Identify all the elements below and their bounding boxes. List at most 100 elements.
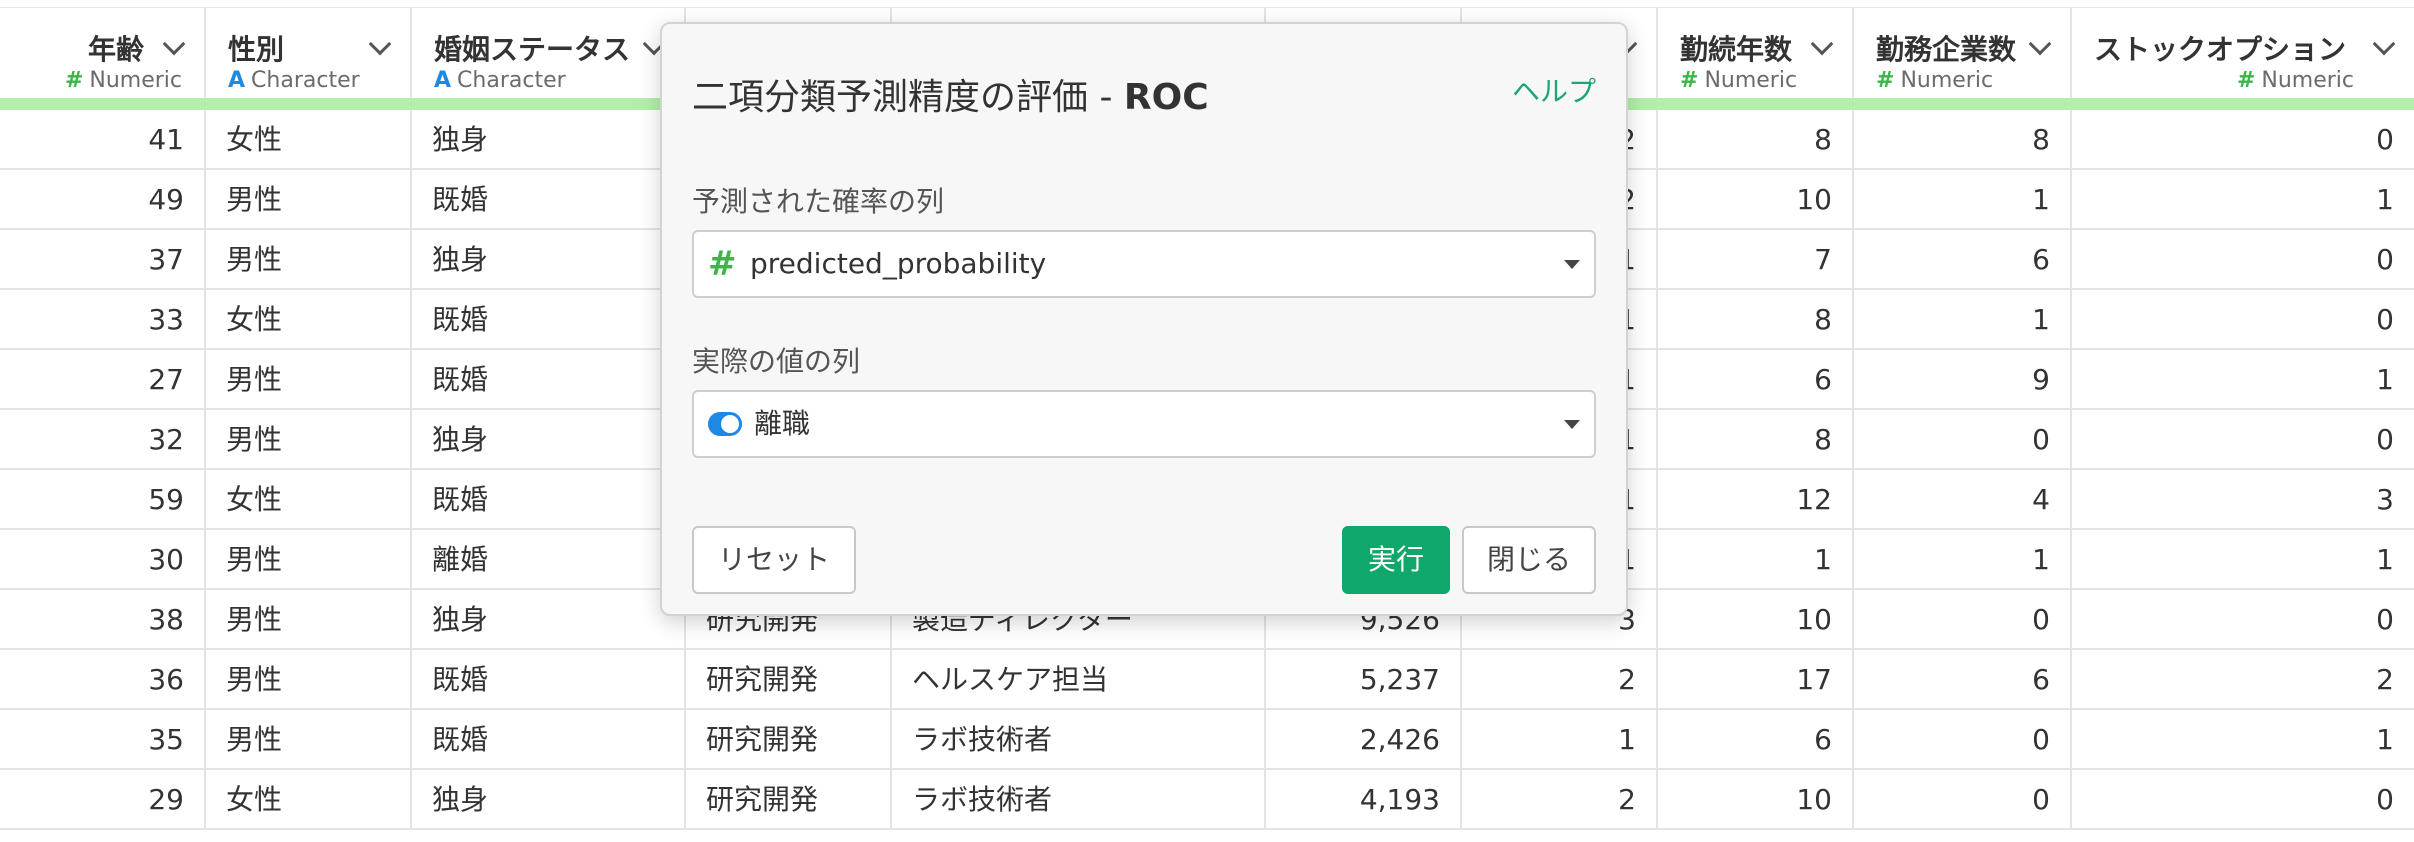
table-cell[interactable]: 2 bbox=[2072, 650, 2414, 710]
table-cell[interactable]: 独身 bbox=[412, 230, 686, 290]
table-cell[interactable]: 離婚 bbox=[412, 530, 686, 590]
column-header-companies-worked[interactable]: 勤務企業数 # Numeric bbox=[1854, 8, 2072, 102]
table-cell[interactable]: 1 bbox=[1854, 170, 2072, 230]
table-cell[interactable]: 32 bbox=[0, 410, 206, 470]
table-cell[interactable]: 12 bbox=[1658, 470, 1854, 530]
table-cell[interactable]: 0 bbox=[2072, 290, 2414, 350]
column-header-stock-option[interactable]: ストックオプション # Numeric bbox=[2072, 8, 2414, 102]
table-cell[interactable]: 0 bbox=[2072, 770, 2414, 830]
table-cell[interactable]: 0 bbox=[2072, 230, 2414, 290]
table-cell[interactable]: 1 bbox=[2072, 530, 2414, 590]
table-cell[interactable]: 36 bbox=[0, 650, 206, 710]
table-cell[interactable]: 研究開発 bbox=[686, 710, 892, 770]
chevron-down-icon[interactable] bbox=[1810, 32, 1834, 56]
table-cell[interactable]: 8 bbox=[1658, 110, 1854, 170]
table-cell[interactable]: 女性 bbox=[206, 770, 412, 830]
table-cell[interactable]: 7 bbox=[1658, 230, 1854, 290]
table-cell[interactable]: 5,237 bbox=[1266, 650, 1462, 710]
table-cell[interactable]: 1 bbox=[2072, 710, 2414, 770]
table-cell[interactable]: 6 bbox=[1658, 350, 1854, 410]
table-cell[interactable]: 1 bbox=[2072, 350, 2414, 410]
table-cell[interactable]: 0 bbox=[1854, 710, 2072, 770]
table-cell[interactable]: 59 bbox=[0, 470, 206, 530]
table-cell[interactable]: 男性 bbox=[206, 530, 412, 590]
table-cell[interactable]: 男性 bbox=[206, 230, 412, 290]
close-button[interactable]: 閉じる bbox=[1462, 526, 1596, 594]
table-cell[interactable]: 1 bbox=[1658, 530, 1854, 590]
table-cell[interactable]: 10 bbox=[1658, 590, 1854, 650]
table-cell[interactable]: 女性 bbox=[206, 290, 412, 350]
table-cell[interactable]: 研究開発 bbox=[686, 770, 892, 830]
table-cell[interactable]: 0 bbox=[1854, 770, 2072, 830]
chevron-down-icon[interactable] bbox=[162, 32, 186, 56]
predicted-probability-select[interactable]: # predicted_probability bbox=[692, 230, 1596, 298]
table-cell[interactable]: 10 bbox=[1658, 770, 1854, 830]
table-cell[interactable]: 1 bbox=[1854, 290, 2072, 350]
table-cell[interactable]: 2 bbox=[1462, 650, 1658, 710]
chevron-down-icon[interactable] bbox=[368, 32, 392, 56]
table-cell[interactable]: 研究開発 bbox=[686, 650, 892, 710]
column-header-age[interactable]: 年齢 # Numeric bbox=[0, 8, 206, 102]
table-cell[interactable]: 0 bbox=[2072, 590, 2414, 650]
table-cell[interactable]: 6 bbox=[1658, 710, 1854, 770]
table-cell[interactable]: 既婚 bbox=[412, 710, 686, 770]
table-cell[interactable]: 10 bbox=[1658, 170, 1854, 230]
table-cell[interactable]: 男性 bbox=[206, 170, 412, 230]
column-header-marital-status[interactable]: 婚姻ステータス A Character bbox=[412, 8, 686, 102]
actual-value-select[interactable]: 離職 bbox=[692, 390, 1596, 458]
table-cell[interactable]: 男性 bbox=[206, 590, 412, 650]
table-cell[interactable]: 既婚 bbox=[412, 170, 686, 230]
table-cell[interactable]: 既婚 bbox=[412, 350, 686, 410]
table-cell[interactable]: 2 bbox=[1462, 770, 1658, 830]
table-cell[interactable]: 0 bbox=[1854, 590, 2072, 650]
table-cell[interactable]: 27 bbox=[0, 350, 206, 410]
table-cell[interactable]: ラボ技術者 bbox=[892, 770, 1266, 830]
table-cell[interactable]: 29 bbox=[0, 770, 206, 830]
table-cell[interactable]: 1 bbox=[1462, 710, 1658, 770]
run-button[interactable]: 実行 bbox=[1342, 526, 1450, 594]
table-cell[interactable]: 49 bbox=[0, 170, 206, 230]
chevron-down-icon[interactable] bbox=[2372, 32, 2396, 56]
table-cell[interactable]: 既婚 bbox=[412, 470, 686, 530]
column-header-years-employed[interactable]: 勤続年数 # Numeric bbox=[1658, 8, 1854, 102]
table-cell[interactable]: 37 bbox=[0, 230, 206, 290]
table-cell[interactable]: 3 bbox=[2072, 470, 2414, 530]
table-cell[interactable]: 35 bbox=[0, 710, 206, 770]
table-cell[interactable]: 6 bbox=[1854, 230, 2072, 290]
table-cell[interactable]: 男性 bbox=[206, 710, 412, 770]
table-cell[interactable]: ヘルスケア担当 bbox=[892, 650, 1266, 710]
reset-button[interactable]: リセット bbox=[692, 526, 856, 594]
table-cell[interactable]: 33 bbox=[0, 290, 206, 350]
table-cell[interactable]: 独身 bbox=[412, 110, 686, 170]
table-cell[interactable]: 女性 bbox=[206, 470, 412, 530]
table-cell[interactable]: 6 bbox=[1854, 650, 2072, 710]
table-cell[interactable]: 38 bbox=[0, 590, 206, 650]
table-cell[interactable]: 8 bbox=[1658, 290, 1854, 350]
help-link[interactable]: ヘルプ bbox=[1512, 70, 1596, 110]
table-cell[interactable]: 既婚 bbox=[412, 290, 686, 350]
table-cell[interactable]: 4,193 bbox=[1266, 770, 1462, 830]
table-cell[interactable]: 0 bbox=[1854, 410, 2072, 470]
table-cell[interactable]: 9 bbox=[1854, 350, 2072, 410]
table-cell[interactable]: 男性 bbox=[206, 410, 412, 470]
table-cell[interactable]: 独身 bbox=[412, 590, 686, 650]
table-cell[interactable]: 30 bbox=[0, 530, 206, 590]
table-cell[interactable]: 8 bbox=[1658, 410, 1854, 470]
table-cell[interactable]: 17 bbox=[1658, 650, 1854, 710]
table-cell[interactable]: 8 bbox=[1854, 110, 2072, 170]
table-cell[interactable]: 2,426 bbox=[1266, 710, 1462, 770]
table-cell[interactable]: 独身 bbox=[412, 770, 686, 830]
table-cell[interactable]: 独身 bbox=[412, 410, 686, 470]
table-cell[interactable]: 女性 bbox=[206, 110, 412, 170]
table-cell[interactable]: 男性 bbox=[206, 350, 412, 410]
table-cell[interactable]: 1 bbox=[1854, 530, 2072, 590]
table-cell[interactable]: 既婚 bbox=[412, 650, 686, 710]
column-header-gender[interactable]: 性別 A Character bbox=[206, 8, 412, 102]
table-cell[interactable]: 41 bbox=[0, 110, 206, 170]
table-cell[interactable]: 0 bbox=[2072, 110, 2414, 170]
table-cell[interactable]: 男性 bbox=[206, 650, 412, 710]
table-cell[interactable]: 4 bbox=[1854, 470, 2072, 530]
chevron-down-icon[interactable] bbox=[2028, 32, 2052, 56]
table-cell[interactable]: ラボ技術者 bbox=[892, 710, 1266, 770]
table-cell[interactable]: 1 bbox=[2072, 170, 2414, 230]
